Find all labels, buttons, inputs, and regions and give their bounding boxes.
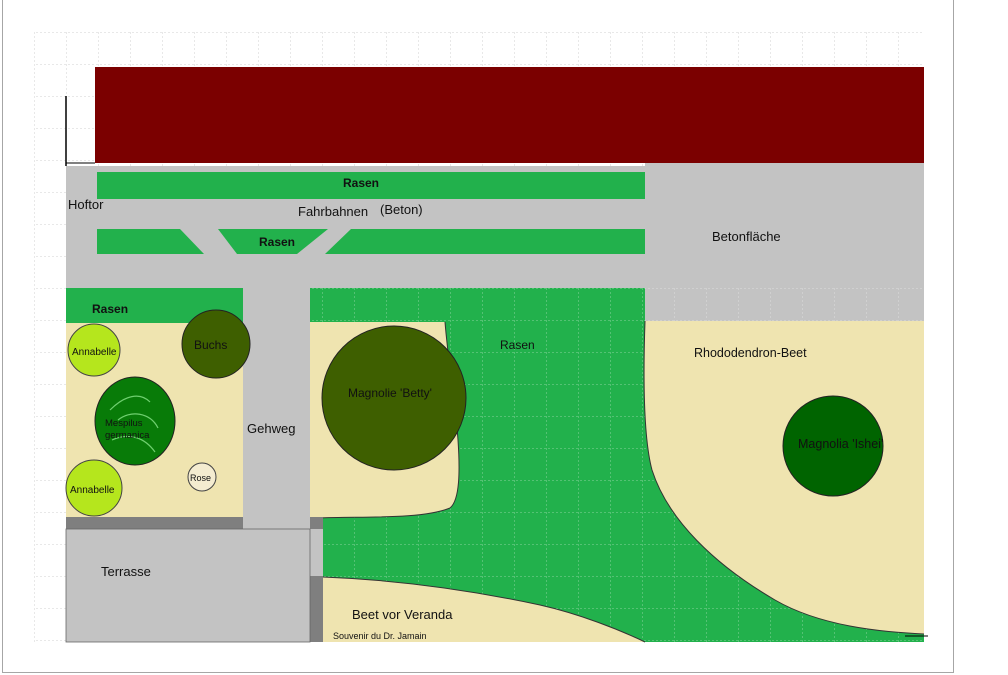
label-mespilus-2: germanica: [105, 430, 150, 441]
fahrbahn-lower: [97, 254, 645, 288]
label-annabelle-2: Annabelle: [70, 485, 115, 496]
label-magnolia-ishei: Magnolia 'Ishei': [798, 437, 883, 451]
label-gehweg: Gehweg: [247, 421, 295, 436]
label-rasen-mid: Rasen: [259, 235, 295, 249]
label-rasen-top: Rasen: [343, 176, 379, 190]
terrasse-area: [65, 528, 311, 643]
gehweg-area: [243, 288, 310, 529]
label-mespilus-1: Mespilus: [105, 418, 143, 429]
label-beet-veranda: Beet vor Veranda: [352, 607, 453, 622]
label-rose: Rose: [190, 473, 211, 483]
label-hoftor: Hoftor: [68, 197, 104, 212]
label-betonflaeche: Betonfläche: [712, 229, 781, 244]
edge-strip-left: [66, 517, 243, 529]
label-magnolie-betty: Magnolie 'Betty': [348, 386, 432, 400]
hoftor-area: [66, 166, 97, 288]
fahrbahn-upper: [97, 199, 645, 229]
label-rhododendron: Rhododendron-Beet: [694, 346, 807, 360]
label-terrasse: Terrasse: [101, 564, 151, 579]
label-rasen-big: Rasen: [500, 338, 535, 352]
label-beton: (Beton): [380, 202, 423, 217]
label-souvenir: Souvenir du Dr. Jamain: [333, 631, 427, 641]
fahrbahn-edge: [97, 166, 645, 172]
label-fahrbahnen: Fahrbahnen: [298, 204, 368, 219]
garden-plan: Hoftor Rasen Fahrbahnen (Beton) Rasen Be…: [34, 32, 928, 643]
edge-strip-light: [310, 529, 323, 576]
house-roof: [95, 67, 924, 163]
rasen-strip-mid: [97, 229, 645, 254]
label-annabelle-1: Annabelle: [72, 347, 117, 358]
label-rasen-left: Rasen: [92, 302, 128, 316]
label-buchs: Buchs: [194, 338, 227, 352]
